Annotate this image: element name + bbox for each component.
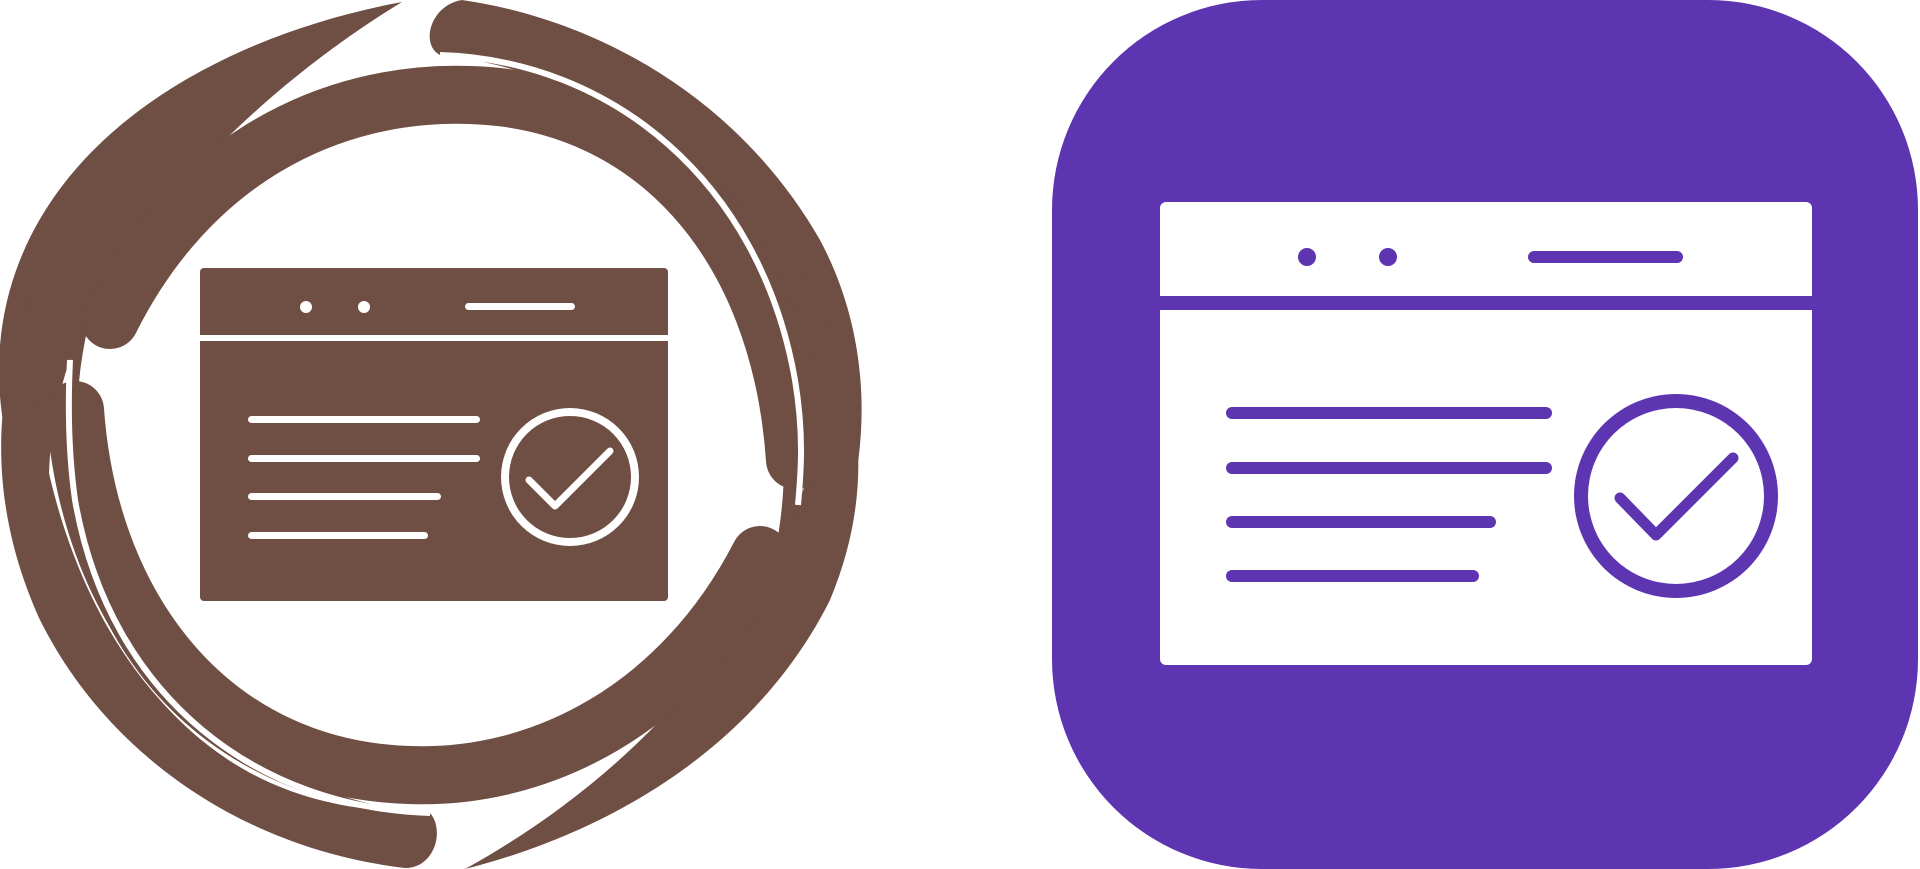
text-line-4 xyxy=(1226,570,1479,582)
text-line-3 xyxy=(248,493,441,500)
browser-divider xyxy=(1160,296,1812,310)
browser-divider xyxy=(200,335,668,341)
window-dot-1 xyxy=(1298,248,1316,266)
webpage-check-glyph-svg xyxy=(0,0,862,869)
window-dot-2 xyxy=(1379,248,1397,266)
text-line-3 xyxy=(1226,516,1496,528)
window-dot-1 xyxy=(300,301,312,313)
text-line-1 xyxy=(1226,407,1552,419)
webpage-check-glyph-icon xyxy=(0,0,870,869)
text-line-2 xyxy=(1226,462,1552,474)
text-line-1 xyxy=(248,416,480,423)
text-line-2 xyxy=(248,455,480,462)
webpage-check-tile-icon xyxy=(1050,0,1920,869)
browser-window-icon xyxy=(1160,202,1812,665)
address-bar-line xyxy=(465,303,575,310)
webpage-check-tile-svg xyxy=(1052,0,1918,869)
browser-window-icon xyxy=(200,268,668,601)
text-line-4 xyxy=(248,532,428,539)
check-circle-inner xyxy=(1588,408,1764,584)
window-dot-2 xyxy=(358,301,370,313)
address-bar-line xyxy=(1528,251,1683,263)
